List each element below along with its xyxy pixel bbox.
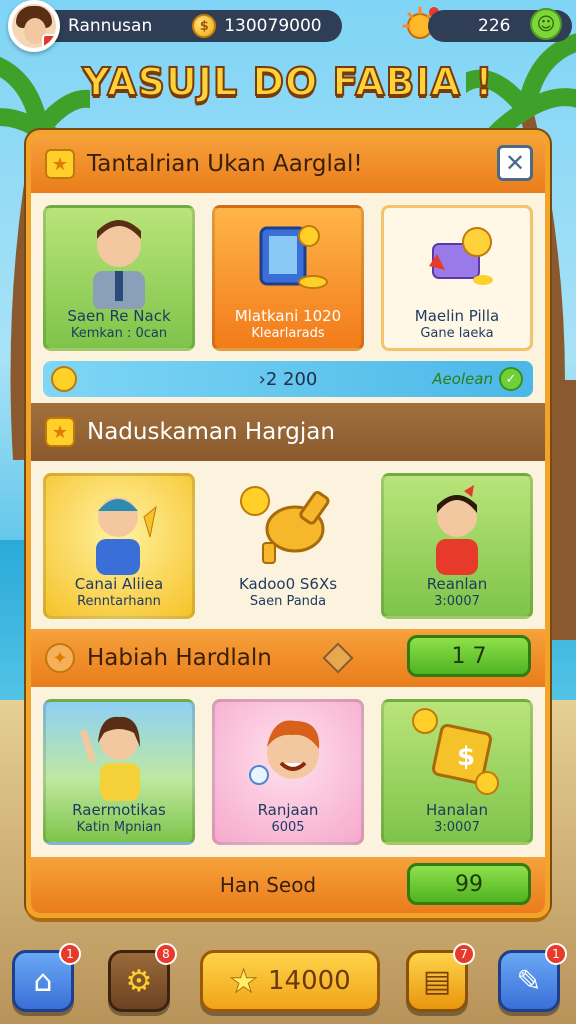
card-subtitle: Kemkan : 0can	[70, 326, 168, 341]
toy-box-icon	[384, 208, 530, 310]
reward-card[interactable]: Reanlan 3:0007	[381, 473, 533, 619]
section-title-2: Naduskaman Hargjan	[87, 419, 335, 445]
coin-count: 130079000	[224, 16, 322, 36]
runner-icon: ✦	[45, 643, 75, 673]
happy-kid-icon	[215, 702, 361, 804]
player-avatar[interactable]	[8, 0, 60, 52]
kid-character-icon	[384, 476, 530, 578]
card-row-2: Canai Aliiea Renntarhann Kadoo0 S6Xs Sae…	[31, 461, 545, 629]
tablet-coins-icon	[215, 208, 361, 310]
reward-card[interactable]: Raermotikas Katin Mpnian	[43, 699, 195, 845]
rewards-panel: ★ Tantalrian Ukan Aarglal! ✕ Saen Re Nac…	[26, 130, 550, 918]
close-button[interactable]: ✕	[497, 145, 533, 181]
card-title: Reanlan	[426, 575, 488, 593]
section-counter[interactable]: 1 7	[407, 635, 531, 677]
reward-card[interactable]: Ranjaan 6005	[212, 699, 364, 845]
card-subtitle: 3:0007	[434, 820, 480, 835]
section-title-1: Tantalrian Ukan Aarglal!	[87, 151, 363, 177]
card-title: Mlatkani 1020	[234, 307, 342, 325]
player-name: Rannusan	[68, 16, 153, 36]
card-title: Ranjaan	[257, 801, 319, 819]
card-subtitle: 6005	[271, 820, 305, 835]
girl-character-icon	[46, 476, 192, 578]
card-subtitle: Renntarhann	[77, 594, 161, 609]
notification-badge: 1	[59, 943, 81, 965]
card-title: Saen Re Nack	[67, 307, 171, 325]
man-character-icon	[46, 208, 192, 310]
svg-text:$: $	[457, 742, 475, 772]
reward-card[interactable]: Canai Aliiea Renntarhann	[43, 473, 195, 619]
home-button[interactable]: ⌂ 1	[12, 943, 81, 1012]
bottom-nav: ⌂ 1 ⚙ 8 ★ 14000 ▤ 7 ✎ 1	[0, 928, 576, 1024]
panel-footer: Han Seod 99	[31, 857, 545, 913]
reward-card[interactable]: Kadoo0 S6Xs Saen Panda	[212, 473, 364, 619]
energy-count: 226	[478, 16, 511, 36]
settings-button[interactable]: ⚙ 8	[108, 943, 177, 1012]
reward-card[interactable]: $ Hanalan 3:0007	[381, 699, 533, 845]
diamond-icon	[322, 642, 354, 674]
page-title: YASUJL DO FABIA !	[81, 59, 494, 105]
card-title: Hanalan	[425, 801, 489, 819]
reward-card[interactable]: Maelin Pilla Gane laeka	[381, 205, 533, 351]
card-subtitle: Katin Mpnian	[76, 820, 162, 835]
check-icon: ✓	[499, 367, 523, 391]
avatar-notification-badge	[42, 34, 56, 48]
home-icon: ⌂	[33, 963, 53, 999]
score-button[interactable]: ★ 14000	[200, 950, 380, 1012]
card-title: Maelin Pilla	[414, 307, 500, 325]
star-icon: ★	[229, 962, 259, 1001]
card-title: Canai Aliiea	[74, 575, 164, 593]
notification-badge: 8	[155, 943, 177, 965]
card-subtitle: Gane laeka	[420, 326, 494, 341]
claim-label: Aeolean	[432, 370, 493, 388]
notification-badge: 7	[453, 943, 475, 965]
top-bar: Rannusan $ 130079000 226 ☺	[8, 0, 572, 52]
claim-action[interactable]: Aeolean ✓	[432, 367, 523, 391]
treasure-button[interactable]: ▤ 7	[406, 943, 475, 1012]
star-icon: ★	[45, 417, 75, 447]
card-row-3: Raermotikas Katin Mpnian Ranjaan 6005 $ …	[31, 687, 545, 855]
smiley-icon[interactable]: ☺	[530, 8, 562, 40]
close-icon: ✕	[504, 149, 526, 177]
reward-card[interactable]: Mlatkani 1020 Klearlarads	[212, 205, 364, 351]
footer-counter[interactable]: 99	[407, 863, 531, 905]
score-value: 14000	[267, 966, 351, 996]
footer-label: Han Seod	[219, 873, 317, 897]
section-header-3: ✦ Habiah Hardlaln 1 7	[31, 629, 545, 687]
card-subtitle: Klearlarads	[251, 326, 325, 341]
card-subtitle: Saen Panda	[249, 594, 327, 609]
section-title-3: Habiah Hardlaln	[87, 645, 272, 671]
card-subtitle: 3:0007	[434, 594, 480, 609]
edit-button[interactable]: ✎ 1	[498, 943, 567, 1012]
card-row-1: Saen Re Nack Kemkan : 0can Mlatkani 1020…	[31, 193, 545, 361]
section-header-1: ★ Tantalrian Ukan Aarglal! ✕	[31, 135, 545, 193]
notification-badge: 1	[545, 943, 567, 965]
woman-character-icon	[46, 702, 192, 804]
gold-bar-icon: $	[384, 702, 530, 804]
card-title: Raermotikas	[72, 801, 166, 819]
player-info-bar: Rannusan $ 130079000	[52, 10, 342, 42]
card-title: Kadoo0 S6Xs	[238, 575, 338, 593]
gear-icon: ⚙	[125, 963, 153, 999]
section-header-2: ★ Naduskaman Hargjan	[31, 403, 545, 461]
pencil-icon: ✎	[516, 963, 542, 999]
coin-icon: $	[192, 14, 217, 38]
star-icon: ★	[45, 149, 75, 179]
gold-stack-icon: ▤	[422, 963, 452, 999]
reward-card[interactable]: Saen Re Nack Kemkan : 0can	[43, 205, 195, 351]
progress-strip: ›2 200 Aeolean ✓	[43, 361, 533, 397]
golden-key-icon	[215, 476, 361, 578]
